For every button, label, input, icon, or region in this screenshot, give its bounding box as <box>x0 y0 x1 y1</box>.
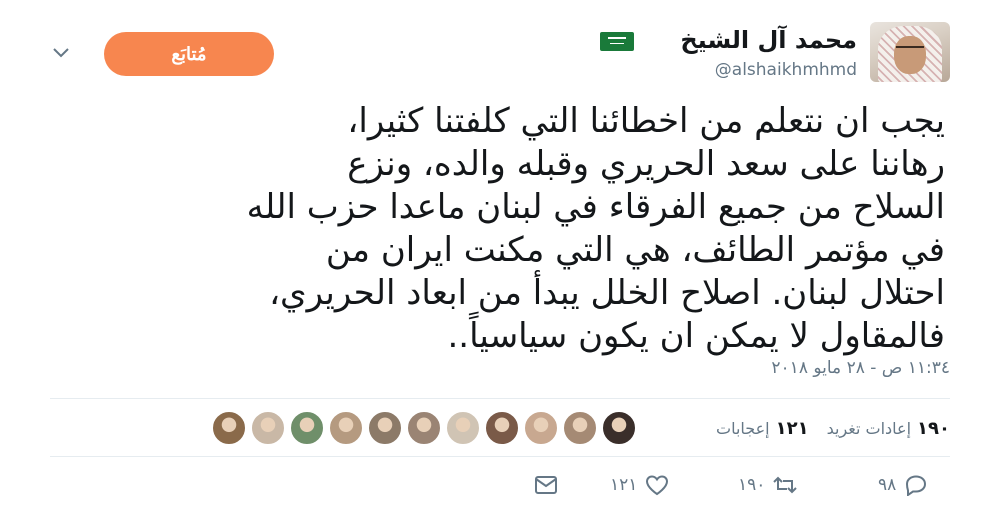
liker-avatar[interactable] <box>289 410 325 446</box>
likes-stat[interactable]: ١٢١ إعجابات <box>716 418 809 439</box>
like-count: ١٢١ <box>610 475 638 495</box>
message-icon <box>535 476 557 494</box>
tweet-text-line: يجب ان نتعلم من اخطائنا التي كلفتنا كثير… <box>347 101 945 141</box>
following-button[interactable]: مُتابَع <box>104 32 274 76</box>
retweets-stat[interactable]: ١٩٠ إعادات تغريد <box>827 418 950 439</box>
retweets-label: إعادات تغريد <box>826 418 912 438</box>
tweet-timestamp[interactable]: ١١:٣٤ ص - ٢٨ مايو ٢٠١٨ <box>771 358 950 378</box>
liker-avatar[interactable] <box>328 410 364 446</box>
tweet-text-line: رهاننا على سعد الحريري وقبله والده، ونزع <box>347 144 945 184</box>
like-icon <box>646 475 669 496</box>
user-handle[interactable]: @alshaikhmhmd <box>715 60 857 80</box>
tweet-text-line: فالمقاول لا يمكن ان يكون سياسياً.. <box>447 316 945 356</box>
divider <box>50 456 950 457</box>
likes-count: ١٢١ <box>775 417 809 439</box>
avatar[interactable] <box>870 22 950 82</box>
liker-avatar[interactable] <box>211 410 247 446</box>
tweet-stats: ١٩٠ إعادات تغريد ١٢١ إعجابات <box>716 412 950 444</box>
liker-avatar[interactable] <box>601 410 637 446</box>
chevron-down-icon[interactable] <box>52 46 70 58</box>
message-action[interactable] <box>534 474 558 496</box>
retweets-count: ١٩٠ <box>917 417 950 439</box>
tweet-text: يجب ان نتعلم من اخطائنا التي كلفتنا كثير… <box>145 100 945 358</box>
reply-icon <box>906 475 927 496</box>
retweet-count: ١٩٠ <box>738 475 766 495</box>
display-name[interactable]: محمد آل الشيخ <box>680 26 857 54</box>
liker-avatars <box>208 410 637 446</box>
liker-avatar[interactable] <box>250 410 286 446</box>
divider <box>50 398 950 399</box>
like-action[interactable]: ١٢١ <box>610 474 669 496</box>
liker-avatar[interactable] <box>445 410 481 446</box>
liker-avatar[interactable] <box>562 410 598 446</box>
tweet-text-line: احتلال لبنان. اصلاح الخلل يبدأ من ابعاد … <box>269 273 945 313</box>
likes-label: إعجابات <box>716 418 770 438</box>
retweet-icon <box>773 476 798 494</box>
liker-avatar[interactable] <box>523 410 559 446</box>
reply-action[interactable]: ٩٨ <box>878 474 928 496</box>
reply-count: ٩٨ <box>878 475 897 495</box>
saudi-flag-icon <box>600 32 634 51</box>
tweet-text-line: في مؤتمر الطائف، هي التي مكنت ايران من <box>325 230 945 270</box>
liker-avatar[interactable] <box>484 410 520 446</box>
liker-avatar[interactable] <box>406 410 442 446</box>
tweet-card: محمد آل الشيخ @alshaikhmhmd مُتابَع يجب … <box>0 0 1000 524</box>
retweet-action[interactable]: ١٩٠ <box>738 474 798 496</box>
tweet-text-line: السلاح من جميع الفرقاء في لبنان ماعدا حز… <box>246 187 945 227</box>
liker-avatar[interactable] <box>367 410 403 446</box>
